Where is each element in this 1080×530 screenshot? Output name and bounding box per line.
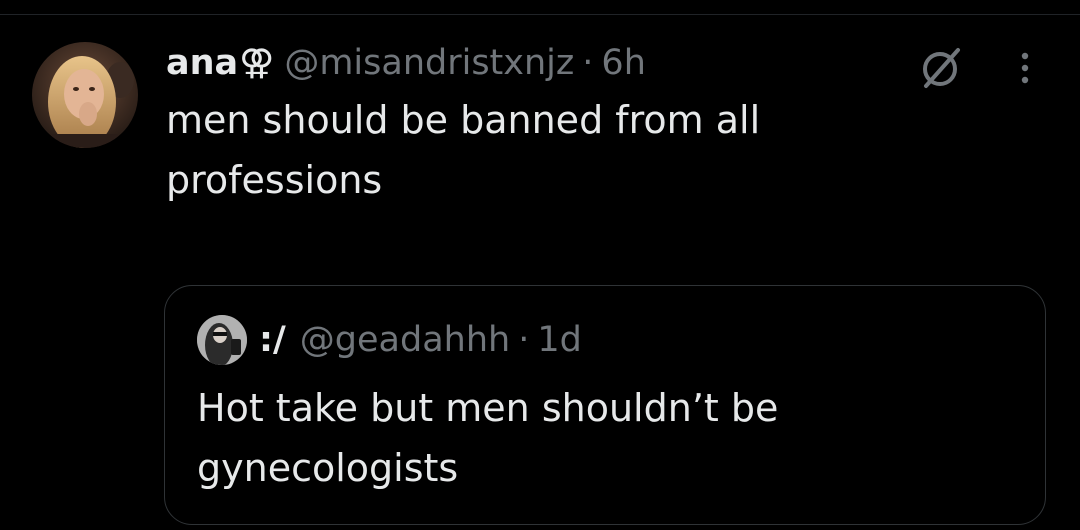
grok-icon[interactable]	[916, 42, 968, 94]
separator-dot: ·	[518, 320, 530, 360]
author-handle[interactable]: @misandristxnjz	[284, 38, 574, 88]
author-avatar[interactable]	[32, 42, 138, 148]
author-display-name[interactable]: ana	[166, 38, 238, 88]
quoted-author-avatar	[197, 315, 247, 365]
quoted-tweet-header: :/ @geadahhh · 1d	[197, 310, 582, 370]
quoted-tweet-text: Hot take but men shouldn’t be gynecologi…	[197, 386, 779, 490]
tweet-header: ana ⚢ @misandristxnjz · 6h	[166, 38, 646, 88]
quoted-author-handle: @geadahhh	[299, 320, 511, 360]
quoted-tweet[interactable]: :/ @geadahhh · 1d Hot take but men shoul…	[164, 285, 1046, 525]
quoted-tweet-timestamp: 1d	[537, 320, 582, 360]
quoted-author-display-name: :/	[259, 320, 286, 360]
separator-dot: ·	[582, 43, 594, 83]
tweet[interactable]: ana ⚢ @misandristxnjz · 6h men should be…	[0, 0, 1080, 530]
more-icon[interactable]	[1010, 42, 1040, 94]
tweet-timestamp[interactable]: 6h	[601, 38, 645, 88]
tweet-text: men should be banned from all profession…	[166, 98, 761, 202]
lesbian-symbol-icon: ⚢	[239, 43, 275, 83]
